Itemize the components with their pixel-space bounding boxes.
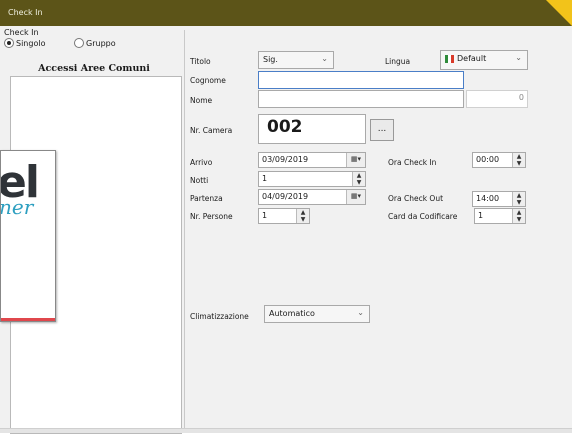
persone-field[interactable]: 1 ▲ ▼ [258, 208, 310, 224]
partenza-datepicker[interactable]: 04/09/2019 ▦▾ [258, 189, 366, 205]
notti-field[interactable]: 1 ▲ ▼ [258, 171, 366, 187]
arrivo-label: Arrivo [190, 158, 213, 167]
radio-gruppo-label: Gruppo [86, 38, 116, 48]
clima-select[interactable]: Automatico ⌄ [264, 305, 370, 323]
partenza-value: 04/09/2019 [262, 192, 309, 201]
radio-checked-icon [4, 38, 14, 48]
corner-accent [546, 0, 572, 26]
persone-label: Nr. Persone [190, 212, 233, 221]
chevron-down-icon: ⌄ [515, 53, 522, 62]
nome-field[interactable] [258, 90, 464, 108]
camera-lookup-button[interactable]: ... [370, 119, 394, 141]
checkout-time[interactable]: 14:00 ▲ ▼ [472, 191, 526, 207]
panel-divider [184, 30, 185, 432]
nome-counter: 0 [466, 90, 528, 108]
checkin-label: Ora Check In [388, 158, 437, 167]
lingua-value: Default [457, 54, 487, 63]
logo-script-text: ner [0, 195, 34, 219]
persone-value: 1 [262, 211, 268, 220]
titolo-label: Titolo [190, 57, 211, 66]
clima-label: Climatizzazione [190, 312, 249, 321]
window-titlebar: Check In [0, 0, 572, 26]
card-field[interactable]: 1 ▲ ▼ [474, 208, 526, 224]
radio-unchecked-icon [74, 38, 85, 48]
checkin-value: 00:00 [476, 155, 500, 164]
time-spinner-icon[interactable]: ▲ ▼ [512, 153, 525, 167]
titolo-value: Sig. [263, 55, 278, 64]
arrivo-datepicker[interactable]: 03/09/2019 ▦▾ [258, 152, 366, 168]
calendar-dropdown-icon[interactable]: ▦▾ [346, 153, 365, 167]
cognome-field[interactable] [258, 71, 464, 89]
notti-label: Notti [190, 176, 209, 185]
card-value: 1 [478, 211, 484, 220]
checkin-time[interactable]: 00:00 ▲ ▼ [472, 152, 526, 168]
number-spinner-icon[interactable]: ▲ ▼ [352, 172, 365, 186]
group-label: Check In [4, 28, 39, 37]
accent-line [1, 318, 55, 321]
number-spinner-icon[interactable]: ▲ ▼ [512, 209, 525, 223]
lingua-label: Lingua [385, 57, 411, 66]
lingua-select[interactable]: Default ⌄ [440, 50, 528, 70]
arrivo-value: 03/09/2019 [262, 155, 309, 164]
camera-field[interactable]: 002 [258, 114, 366, 144]
logo-popup: el ner [0, 150, 56, 322]
calendar-dropdown-icon[interactable]: ▦▾ [346, 190, 365, 204]
radio-singolo-label: Singolo [16, 38, 46, 48]
camera-label: Nr. Camera [190, 126, 233, 135]
card-label: Card da Codificare [388, 212, 458, 221]
checkin-mode-group: Check In Singolo Gruppo [4, 28, 182, 48]
window-title: Check In [8, 8, 43, 17]
checkout-value: 14:00 [476, 194, 500, 203]
number-spinner-icon[interactable]: ▲ ▼ [296, 209, 309, 223]
titolo-select[interactable]: Sig. ⌄ [258, 51, 334, 69]
notti-value: 1 [262, 174, 268, 183]
time-spinner-icon[interactable]: ▲ ▼ [512, 192, 525, 206]
checkout-label: Ora Check Out [388, 194, 444, 203]
clima-value: Automatico [269, 309, 315, 318]
cognome-label: Cognome [190, 76, 226, 85]
partenza-label: Partenza [190, 194, 223, 203]
chevron-down-icon: ⌄ [357, 308, 364, 317]
radio-singolo[interactable]: Singolo [4, 38, 48, 48]
chevron-down-icon: ⌄ [321, 54, 328, 63]
italy-flag-icon [445, 54, 454, 63]
areas-title: Accessi Aree Comuni [38, 63, 150, 74]
nome-label: Nome [190, 96, 213, 105]
status-bar [0, 428, 572, 433]
radio-gruppo[interactable]: Gruppo [74, 38, 116, 48]
